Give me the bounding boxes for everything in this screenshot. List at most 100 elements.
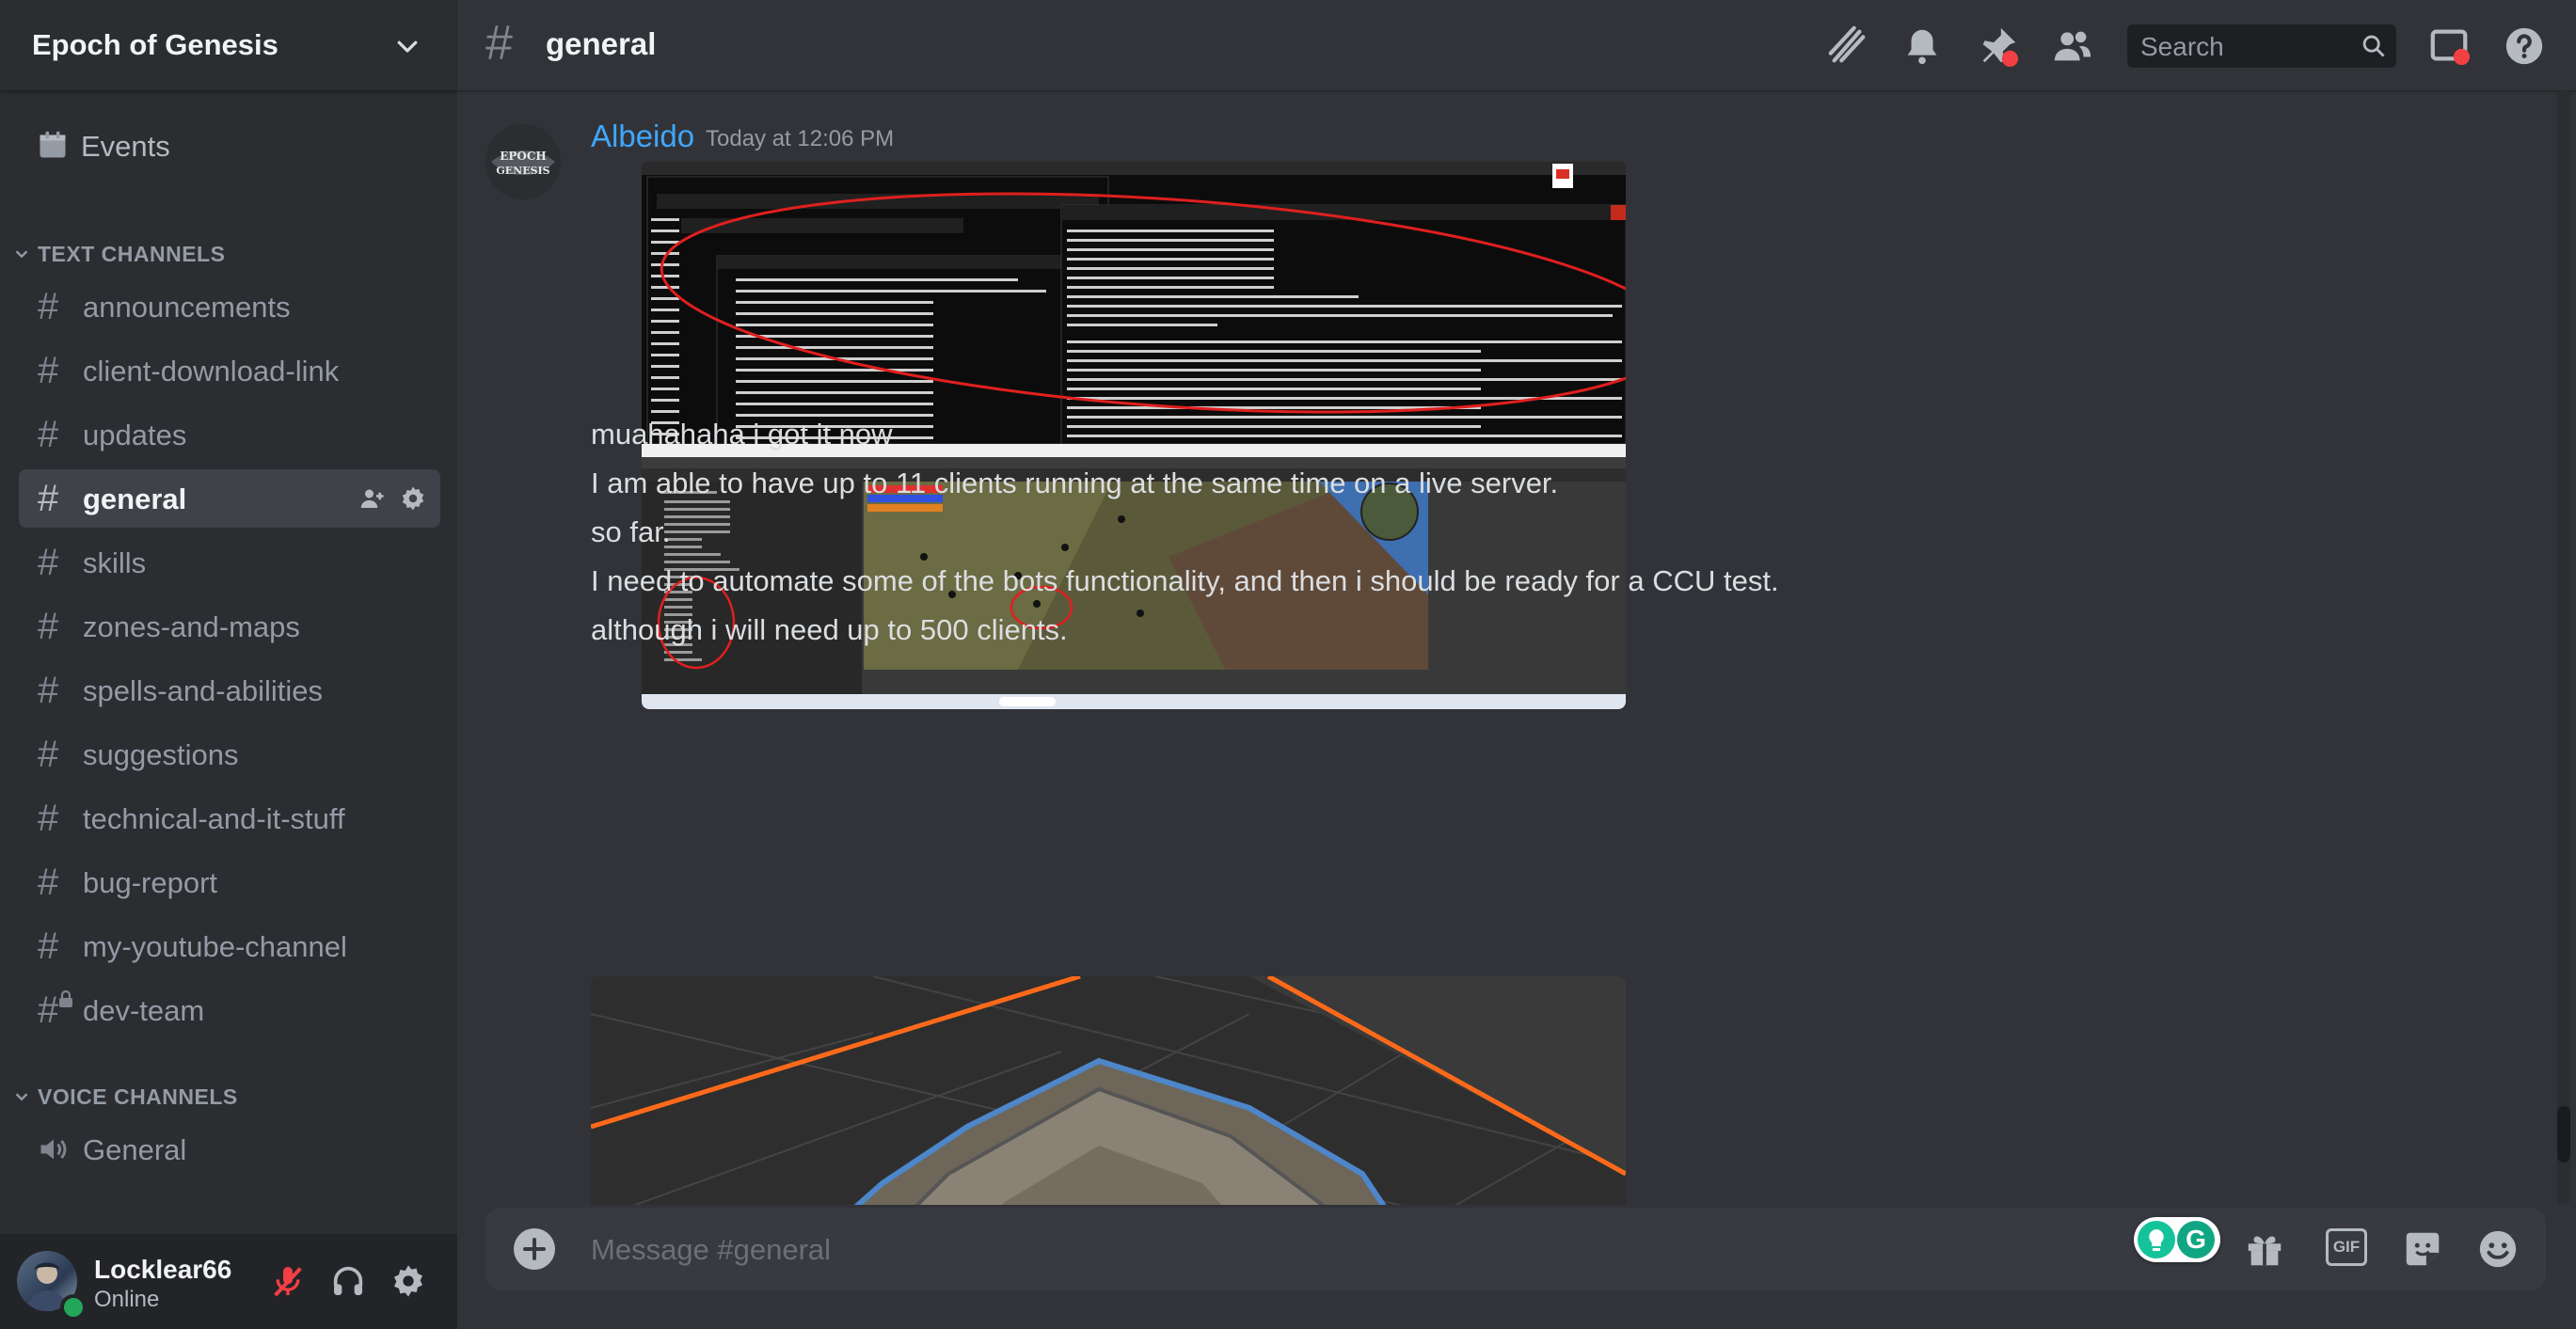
lock-icon xyxy=(59,990,72,1007)
hashtag-icon: # xyxy=(38,478,59,519)
channel-label: skills xyxy=(83,546,147,579)
events-label: Events xyxy=(81,130,170,163)
mute-microphone-icon[interactable] xyxy=(269,1262,307,1300)
server-name: Epoch of Genesis xyxy=(32,28,278,61)
svg-text:EPOCH: EPOCH xyxy=(500,150,547,163)
grammarly-assist-icon xyxy=(2138,1221,2175,1258)
channel-announcements[interactable]: # announcements xyxy=(19,277,440,336)
hashtag-icon: # xyxy=(485,16,513,71)
channel-my-youtube-channel[interactable]: # my-youtube-channel xyxy=(19,917,440,975)
bell-icon[interactable] xyxy=(1900,24,1944,68)
channel-label: zones-and-maps xyxy=(83,610,300,643)
message-list[interactable]: EPOCH GENESIS Albeido Today at 12:06 PM xyxy=(457,90,2576,1205)
user-settings-gear-icon[interactable] xyxy=(390,1262,427,1300)
gif-button[interactable]: GIF xyxy=(2326,1228,2367,1266)
channel-label: bug-report xyxy=(83,866,218,899)
channel-spells-and-abilities[interactable]: # spells-and-abilities xyxy=(19,661,440,720)
text-channels-category[interactable]: TEXT CHANNELS xyxy=(11,235,225,273)
emoji-icon[interactable] xyxy=(2476,1227,2520,1271)
search-bar[interactable] xyxy=(2127,24,2396,68)
scrollbar-thumb[interactable] xyxy=(2557,1106,2570,1163)
help-icon[interactable] xyxy=(2503,24,2546,68)
pin-icon[interactable] xyxy=(1976,24,2019,68)
svg-text:GENESIS: GENESIS xyxy=(496,165,549,177)
gear-icon[interactable] xyxy=(399,484,427,513)
message-input[interactable] xyxy=(589,1228,1628,1272)
search-input[interactable] xyxy=(2139,30,2349,64)
hashtag-icon: # xyxy=(38,286,59,327)
scene-view-image xyxy=(591,976,1626,1205)
channel-label: dev-team xyxy=(83,994,205,1027)
channel-label: spells-and-abilities xyxy=(83,674,324,707)
channel-updates[interactable]: # updates xyxy=(19,405,440,464)
message-timestamp: Today at 12:06 PM xyxy=(706,126,895,151)
channel-zones-and-maps[interactable]: # zones-and-maps xyxy=(19,597,440,656)
chevron-down-icon xyxy=(397,40,418,53)
channel-technical-and-it-stuff[interactable]: # technical-and-it-stuff xyxy=(19,789,440,847)
sticker-icon[interactable] xyxy=(2401,1227,2444,1271)
channel-suggestions[interactable]: # suggestions xyxy=(19,725,440,783)
channel-label: technical-and-it-stuff xyxy=(83,802,345,835)
chevron-down-icon xyxy=(15,1093,28,1101)
message-line: I need to automate some of the bots func… xyxy=(591,564,1779,597)
plus-icon xyxy=(523,1238,546,1260)
scrollbar-track[interactable] xyxy=(2557,90,2570,1205)
member-list-icon[interactable] xyxy=(2051,24,2094,68)
author-avatar[interactable]: EPOCH GENESIS xyxy=(485,124,561,199)
username: Locklear66 xyxy=(94,1255,232,1284)
headphones-icon[interactable] xyxy=(329,1262,367,1300)
hashtag-icon: # xyxy=(38,414,59,455)
hashtag-icon: # xyxy=(38,798,59,839)
user-panel: Locklear66 Online xyxy=(0,1234,457,1329)
chevron-down-icon xyxy=(15,250,28,259)
grammarly-widget[interactable]: G xyxy=(2134,1217,2220,1262)
hashtag-icon: # xyxy=(38,862,59,903)
hashtag-icon: # xyxy=(38,670,59,711)
message-composer: G GIF xyxy=(485,1208,2546,1290)
message-line: I am able to have up to 11 clients runni… xyxy=(591,467,1559,499)
locked-hashtag-icon: # xyxy=(38,989,59,1031)
grammarly-g-icon: G xyxy=(2177,1221,2215,1258)
events-link[interactable]: Events xyxy=(19,117,440,173)
attach-button[interactable] xyxy=(514,1228,555,1270)
channel-skills[interactable]: # skills xyxy=(19,533,440,592)
channel-label: client-download-link xyxy=(83,355,340,388)
category-label: TEXT CHANNELS xyxy=(38,241,226,266)
speaker-icon xyxy=(40,1139,67,1160)
message-line: so far. xyxy=(591,515,671,548)
search-icon xyxy=(2362,35,2385,57)
channel-label: General xyxy=(83,1133,187,1166)
channel-label: suggestions xyxy=(83,738,239,771)
channel-general[interactable]: # general xyxy=(19,469,440,528)
channel-bug-report[interactable]: # bug-report xyxy=(19,853,440,911)
epoch-genesis-logo-icon: EPOCH GENESIS xyxy=(485,124,561,199)
hashtag-icon: # xyxy=(38,542,59,583)
message-line: muahahaha i got it now xyxy=(591,418,893,451)
invite-user-icon[interactable] xyxy=(358,484,386,513)
hashtag-icon: # xyxy=(38,606,59,647)
channel-dev-team[interactable]: # dev-team xyxy=(19,981,440,1039)
threads-icon[interactable] xyxy=(1825,24,1868,68)
online-status-dot xyxy=(60,1294,87,1321)
channel-label: my-youtube-channel xyxy=(83,930,347,963)
inbox-icon[interactable] xyxy=(2427,24,2471,68)
channel-label: announcements xyxy=(83,291,291,324)
channel-title: general xyxy=(546,26,657,61)
message-author[interactable]: Albeido xyxy=(591,119,694,154)
hashtag-icon: # xyxy=(38,350,59,391)
gift-icon[interactable] xyxy=(2243,1227,2286,1271)
voice-channel-general[interactable]: General xyxy=(19,1120,440,1179)
user-status: Online xyxy=(94,1287,160,1312)
channel-header: # general xyxy=(457,0,2576,90)
message-line: although i will need up to 500 clients. xyxy=(591,613,1068,646)
channel-client-download-link[interactable]: # client-download-link xyxy=(19,341,440,400)
hashtag-icon: # xyxy=(38,926,59,967)
channel-label: general xyxy=(83,483,187,515)
server-header[interactable]: Epoch of Genesis xyxy=(0,0,457,90)
image-attachment[interactable] xyxy=(591,976,1626,1205)
category-label: VOICE CHANNELS xyxy=(38,1084,238,1109)
hashtag-icon: # xyxy=(38,734,59,775)
voice-channels-category[interactable]: VOICE CHANNELS xyxy=(11,1078,238,1115)
channel-label: updates xyxy=(83,419,187,451)
calendar-icon xyxy=(40,131,66,158)
